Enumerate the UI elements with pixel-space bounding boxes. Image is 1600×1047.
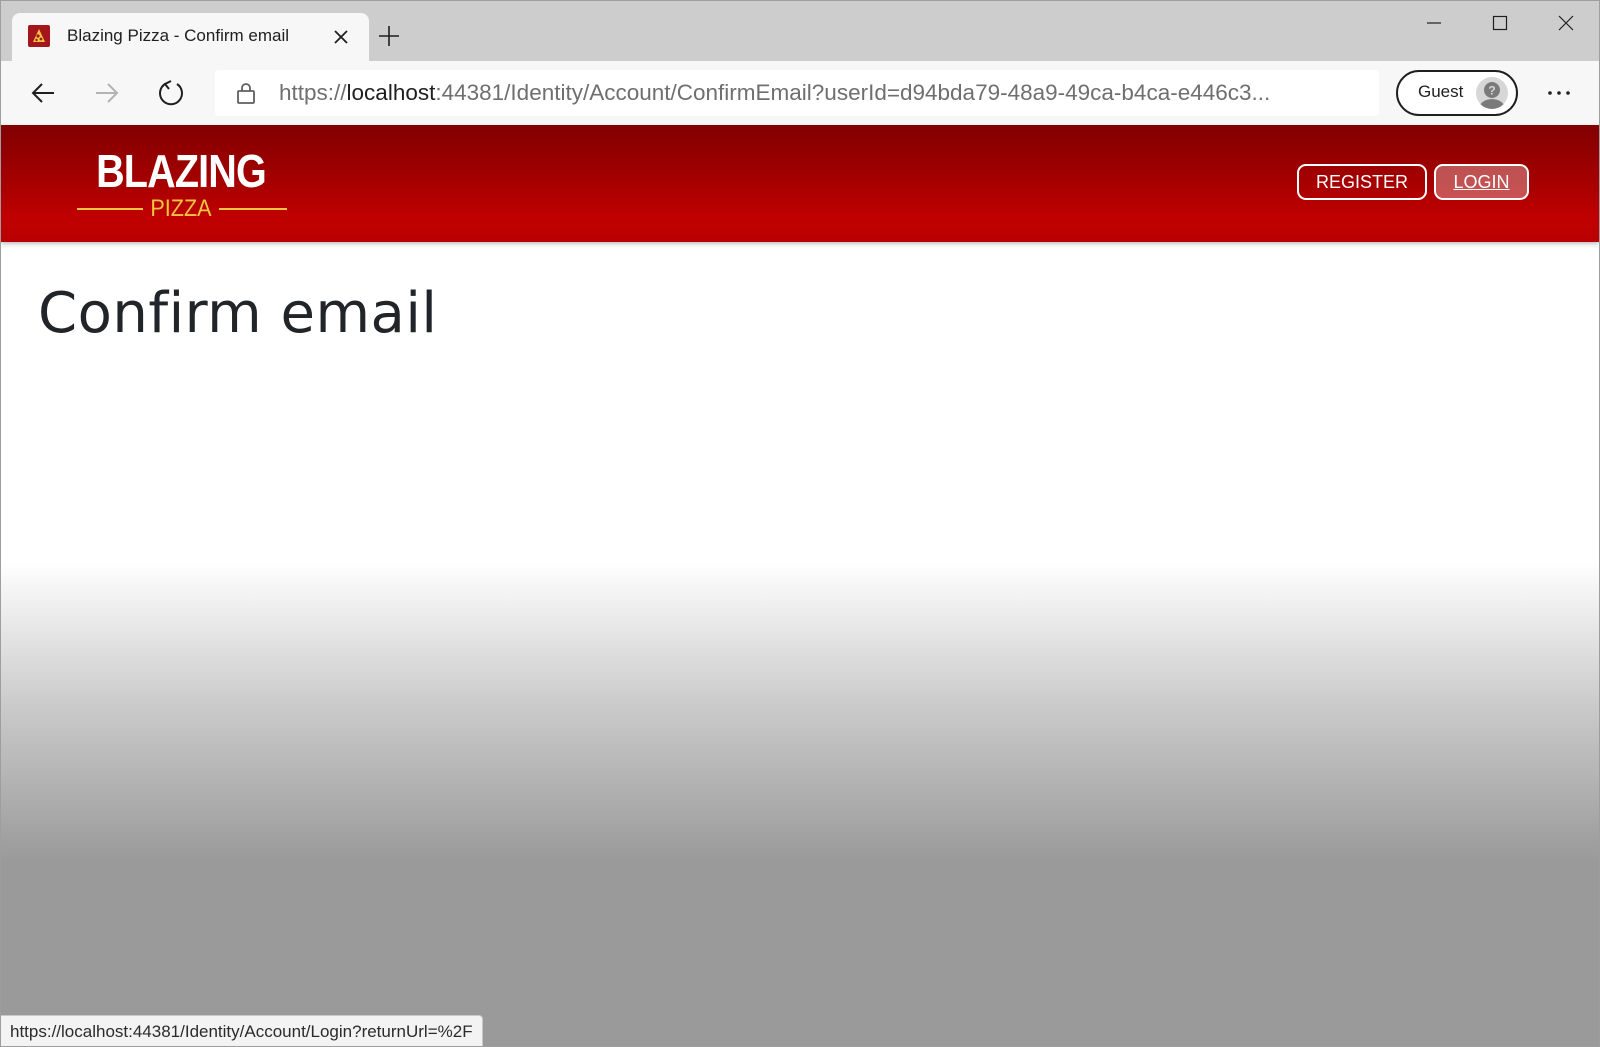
more-options-icon[interactable] [1539, 73, 1579, 113]
pizza-slice-icon [28, 25, 50, 47]
new-tab-icon[interactable] [375, 22, 403, 50]
tab-strip: Blazing Pizza - Confirm email [1, 1, 1599, 61]
browser-toolbar: https://localhost:44381/Identity/Account… [1, 61, 1599, 125]
status-bar-url: https://localhost:44381/Identity/Account… [1, 1015, 483, 1046]
tab-title: Blazing Pizza - Confirm email [67, 26, 290, 45]
register-button[interactable]: REGISTER [1297, 164, 1427, 200]
logo-divider-left [77, 208, 143, 210]
blazing-pizza-logo[interactable]: BLAZING PIZZA [75, 145, 287, 222]
guest-avatar-icon: ? [1476, 77, 1508, 109]
profile-label: Guest [1418, 82, 1464, 101]
url-text: https://localhost:44381/Identity/Account… [279, 80, 1270, 106]
close-tab-icon[interactable] [329, 25, 353, 49]
back-arrow-icon[interactable] [23, 73, 63, 113]
page-title: Confirm email [38, 281, 438, 346]
url-scheme: https:// [279, 80, 347, 105]
minimize-icon[interactable] [1401, 1, 1467, 45]
lock-icon [237, 83, 255, 104]
logo-divider-right [219, 208, 287, 210]
logo-pizza: PIZZA [150, 195, 212, 222]
refresh-icon[interactable] [151, 73, 191, 113]
close-window-icon[interactable] [1533, 1, 1599, 45]
profile-button[interactable]: Guest ? [1396, 70, 1518, 116]
address-bar[interactable]: https://localhost:44381/Identity/Account… [215, 70, 1379, 116]
logo-blazing: BLAZING [96, 145, 267, 197]
maximize-icon[interactable] [1467, 1, 1533, 45]
forward-arrow-icon[interactable] [87, 73, 127, 113]
page-viewport: BLAZING PIZZA REGISTER LOGIN Confirm ema… [1, 125, 1599, 1046]
svg-text:?: ? [1488, 84, 1495, 98]
url-host: localhost [346, 80, 436, 105]
login-button[interactable]: LOGIN [1434, 164, 1529, 200]
browser-tab[interactable]: Blazing Pizza - Confirm email [12, 13, 369, 61]
browser-window: Blazing Pizza - Confirm email https://lo… [0, 0, 1600, 1047]
site-header: BLAZING PIZZA REGISTER LOGIN [1, 125, 1599, 242]
url-path: :44381/Identity/Account/ConfirmEmail?use… [435, 80, 1271, 105]
